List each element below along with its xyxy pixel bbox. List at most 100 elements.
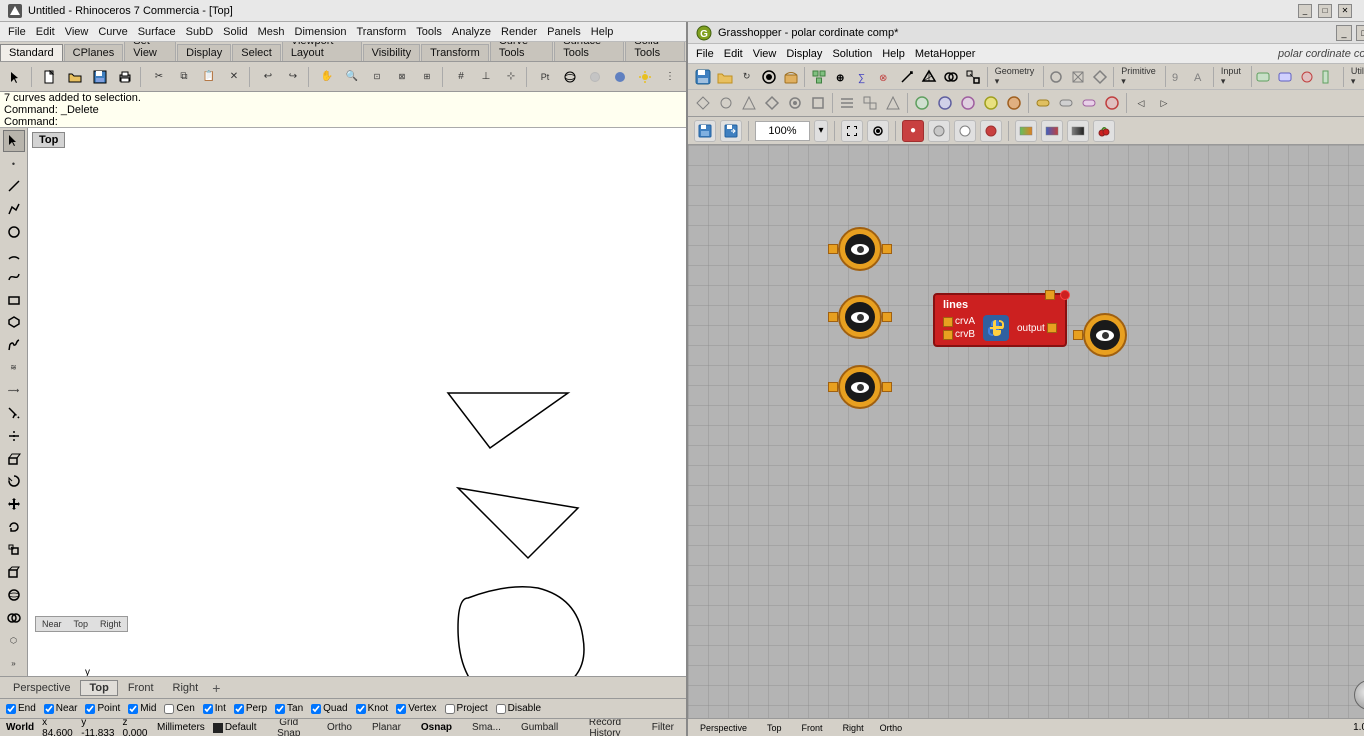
gh-btn-math[interactable]: ∑ — [852, 66, 873, 88]
gh-menu-metahopper[interactable]: MetaHopper — [911, 47, 980, 61]
gh-btn-row2-8[interactable] — [859, 92, 881, 114]
gh-status-right[interactable]: Right — [839, 723, 868, 733]
lt-offset-btn[interactable]: ⟿ — [3, 380, 25, 402]
status-ortho[interactable]: Ortho — [321, 722, 358, 733]
lt-circle-btn[interactable] — [3, 221, 25, 243]
gh-menu-file[interactable]: File — [692, 47, 718, 61]
lt-trim-btn[interactable] — [3, 402, 25, 424]
sphere-btn[interactable] — [558, 65, 582, 89]
gh-btn-row2-11[interactable] — [934, 92, 956, 114]
status-smarttrack[interactable]: Sma... — [466, 722, 507, 733]
gh-btn-row2-9[interactable] — [882, 92, 904, 114]
menu-subd[interactable]: SubD — [182, 25, 218, 39]
gh-btn-params[interactable]: ⊕ — [830, 66, 851, 88]
redo-btn[interactable]: ↪ — [281, 65, 305, 89]
print-btn[interactable] — [113, 65, 137, 89]
snap-disable[interactable]: Disable — [496, 703, 541, 714]
pan-btn[interactable]: ✋ — [315, 65, 339, 89]
tab-setview[interactable]: Set View — [124, 42, 176, 61]
gh-menu-display[interactable]: Display — [782, 47, 826, 61]
gh-eye-node-3[interactable] — [828, 365, 892, 409]
gh-saveas-btn[interactable] — [720, 120, 742, 142]
lt-arc-btn[interactable] — [3, 244, 25, 266]
lt-analysis-btn[interactable]: ⬡ — [3, 629, 25, 651]
gh-btn-row2-3[interactable] — [738, 92, 760, 114]
status-filter[interactable]: Filter — [646, 722, 680, 733]
menu-dimension[interactable]: Dimension — [291, 25, 351, 39]
material-btn[interactable] — [583, 65, 607, 89]
grid-btn[interactable]: # — [449, 65, 473, 89]
status-gridsnap[interactable]: Grid Snap — [265, 718, 313, 736]
gh-btn-g3[interactable] — [1089, 66, 1110, 88]
gh-output-node[interactable] — [1073, 313, 1127, 357]
lt-split-btn[interactable] — [3, 425, 25, 447]
lt-box-btn[interactable] — [3, 561, 25, 583]
gh-btn-row2-4[interactable] — [761, 92, 783, 114]
gh-eye-node-1[interactable] — [828, 227, 892, 271]
viewport-label[interactable]: Top — [32, 132, 65, 148]
lt-point-btn[interactable]: • — [3, 153, 25, 175]
close-btn[interactable]: ✕ — [1338, 4, 1352, 18]
gh-btn-i2[interactable] — [1275, 66, 1296, 88]
snap-mid[interactable]: Mid — [128, 703, 156, 714]
snap-cen[interactable]: Cen — [164, 703, 194, 714]
status-record[interactable]: Record History — [572, 718, 638, 736]
snap-knot[interactable]: Knot — [356, 703, 389, 714]
menu-tools[interactable]: Tools — [412, 25, 446, 39]
gh-preview-toggle-btn[interactable] — [867, 120, 889, 142]
gh-cherry-btn[interactable] — [1093, 120, 1115, 142]
snap-tan[interactable]: Tan — [275, 703, 303, 714]
gh-btn-i1[interactable] — [1253, 66, 1274, 88]
gh-zoom-dropdown[interactable]: ▾ — [814, 120, 828, 142]
more-btn[interactable]: ⋮ — [658, 65, 682, 89]
select-btn[interactable] — [4, 65, 28, 89]
status-gumball[interactable]: Gumball — [515, 722, 564, 733]
menu-help[interactable]: Help — [587, 25, 618, 39]
gh-status-perspective[interactable]: Perspective — [696, 723, 751, 733]
gh-btn-row2-16[interactable] — [1055, 92, 1077, 114]
gh-save-canvas-btn[interactable] — [694, 120, 716, 142]
menu-edit[interactable]: Edit — [32, 25, 59, 39]
lt-scale-btn[interactable] — [3, 539, 25, 561]
zoom-input[interactable]: 100% — [755, 121, 810, 141]
cut-btn[interactable]: ✂ — [147, 65, 171, 89]
zoom-all-btn[interactable]: ⊞ — [415, 65, 439, 89]
lt-extrude-btn[interactable] — [3, 448, 25, 470]
gh-grey-sphere-btn[interactable] — [928, 120, 950, 142]
paste-btn[interactable]: 📋 — [197, 65, 221, 89]
gh-btn-row2-10[interactable] — [911, 92, 933, 114]
minimize-btn[interactable]: _ — [1298, 4, 1312, 18]
gh-btn-cluster[interactable] — [808, 66, 829, 88]
gh-maximize-btn[interactable]: □ — [1356, 25, 1364, 41]
vp-tab-add[interactable]: + — [208, 680, 224, 696]
gh-btn-i4[interactable] — [1319, 66, 1340, 88]
lt-select-btn[interactable] — [3, 130, 25, 152]
vp-tab-right[interactable]: Right — [164, 680, 208, 696]
tab-viewport-layout[interactable]: Viewport Layout — [282, 42, 362, 61]
menu-mesh[interactable]: Mesh — [254, 25, 289, 39]
gh-gradient-btn2[interactable] — [1041, 120, 1063, 142]
tab-display[interactable]: Display — [177, 44, 231, 61]
gh-btn-p1[interactable]: 9 — [1167, 66, 1188, 88]
gh-btn-row2-18[interactable] — [1101, 92, 1123, 114]
menu-solid[interactable]: Solid — [219, 25, 251, 39]
gh-btn-navigate-left[interactable]: ◁ — [1130, 92, 1152, 114]
tab-curve-tools[interactable]: Curve Tools — [490, 42, 553, 61]
gh-btn-g1[interactable] — [1045, 66, 1066, 88]
copy-btn[interactable]: ⧉ — [172, 65, 196, 89]
gh-btn-row2-1[interactable] — [692, 92, 714, 114]
vp-tab-perspective[interactable]: Perspective — [4, 680, 79, 696]
snap-int[interactable]: Int — [203, 703, 226, 714]
vp-tab-front[interactable]: Front — [119, 680, 163, 696]
gh-btn-mesh[interactable] — [919, 66, 940, 88]
snap-quad[interactable]: Quad — [311, 703, 347, 714]
gh-btn-row2-6[interactable] — [807, 92, 829, 114]
status-planar[interactable]: Planar — [366, 722, 407, 733]
snap-near[interactable]: Near — [44, 703, 78, 714]
gh-status-top[interactable]: Top — [763, 723, 786, 733]
viewport[interactable]: Top x y — [28, 128, 686, 676]
gh-red-toggle[interactable]: ● — [902, 120, 924, 142]
gh-status-front[interactable]: Front — [798, 723, 827, 733]
gh-white-sphere-btn[interactable] — [954, 120, 976, 142]
gh-btn-row2-12[interactable] — [957, 92, 979, 114]
